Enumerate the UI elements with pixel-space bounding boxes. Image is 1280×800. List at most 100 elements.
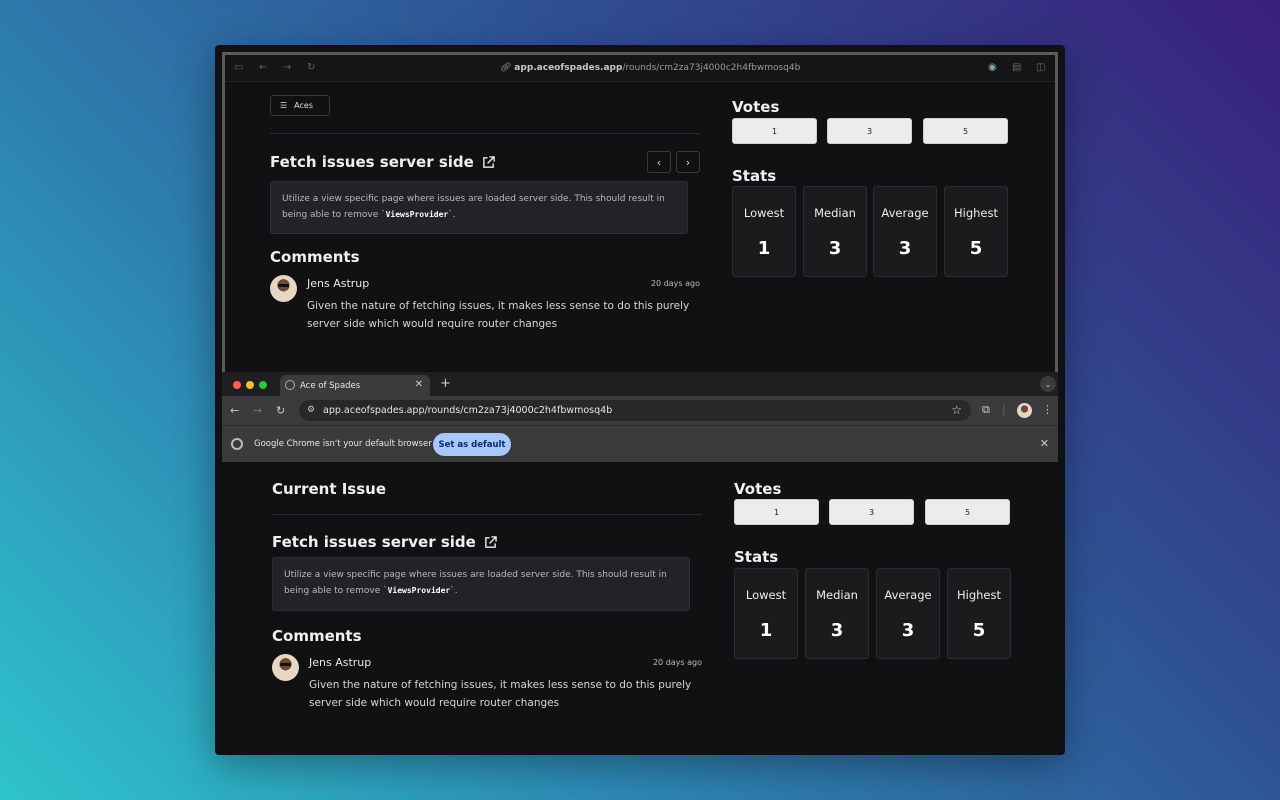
stats-heading: Stats	[734, 548, 779, 566]
description-code: ViewsProvider	[385, 210, 449, 219]
desktop-frame: ▭ ← → ↻ 🔗︎ app.aceofspades.app/rounds/cm…	[215, 45, 1065, 755]
stat-card-median: Median 3	[803, 186, 867, 277]
globe-icon	[285, 380, 295, 390]
bottom-browser-window: Ace of Spades ✕ + ⌄ ← → ↻ ⚙︎ app.aceofsp…	[222, 372, 1058, 755]
stat-card-lowest: Lowest 1	[734, 568, 798, 659]
comment-text: Given the nature of fetching issues, it …	[309, 679, 692, 709]
maximize-window-button[interactable]	[259, 381, 267, 389]
extensions-icon[interactable]: ⧉	[982, 403, 990, 417]
chevron-right-icon: ›	[685, 155, 691, 169]
stat-card-lowest: Lowest 1	[732, 186, 796, 277]
comment-author: Jens Astrup	[309, 656, 372, 669]
stat-value: 3	[901, 620, 915, 641]
vote-card[interactable]: 3	[829, 499, 914, 525]
toolbar-separator: |	[1002, 403, 1006, 416]
previous-issue-button[interactable]: ‹	[647, 151, 671, 173]
votes-heading: Votes	[732, 98, 780, 116]
stats-heading: Stats	[732, 167, 777, 185]
stat-label: Highest	[956, 588, 1001, 602]
more-menu-icon[interactable]: ⋮	[1042, 403, 1053, 416]
stat-label: Average	[881, 206, 929, 220]
comment-author: Jens Astrup	[307, 277, 370, 290]
issue-description: Utilize a view specific page where issue…	[270, 181, 688, 234]
site-settings-icon[interactable]: ⚙︎	[307, 405, 315, 415]
stat-value: 5	[972, 620, 986, 641]
issue-title-text: Fetch issues server side	[272, 533, 476, 551]
top-app-content: ☰ Aces Fetch issues server side ‹ › Util…	[225, 55, 1055, 377]
minimize-window-button[interactable]	[246, 381, 254, 389]
comment-time: 20 days ago	[650, 279, 700, 288]
new-tab-icon[interactable]: +	[440, 376, 451, 391]
issue-title[interactable]: Fetch issues server side	[270, 153, 495, 171]
bottom-app-content: Current Issue Fetch issues server side U…	[222, 462, 1058, 755]
default-browser-infobar: Google Chrome isn't your default browser…	[222, 425, 1058, 462]
address-bar[interactable]: ⚙︎ app.aceofspades.app/rounds/cm2za73j40…	[299, 400, 971, 421]
chevron-left-icon: ‹	[656, 155, 662, 169]
stat-card-average: Average 3	[873, 186, 937, 277]
stat-value: 3	[898, 238, 912, 259]
stat-label: Lowest	[743, 206, 785, 220]
description-text: Utilize a view specific page where issue…	[284, 570, 667, 596]
top-browser-window: ▭ ← → ↻ 🔗︎ app.aceofspades.app/rounds/cm…	[222, 52, 1058, 377]
vote-card[interactable]: 1	[734, 499, 819, 525]
aces-button[interactable]: ☰ Aces	[270, 95, 330, 116]
browser-tab[interactable]: Ace of Spades ✕	[280, 375, 430, 396]
close-window-button[interactable]	[233, 381, 241, 389]
list-icon: ☰	[280, 101, 288, 110]
avatar	[270, 275, 297, 302]
stat-value: 1	[759, 620, 773, 641]
back-icon[interactable]: ←	[230, 404, 239, 417]
vote-card[interactable]: 1	[732, 118, 817, 144]
description-text-end: `.	[450, 586, 458, 596]
bookmark-star-icon[interactable]: ☆	[951, 403, 962, 417]
vote-card[interactable]: 5	[923, 118, 1008, 144]
vote-card[interactable]: 5	[925, 499, 1010, 525]
tab-search-icon[interactable]: ⌄	[1040, 376, 1056, 392]
aces-button-label: Aces	[294, 101, 313, 110]
close-infobar-icon[interactable]: ✕	[1040, 437, 1049, 450]
stat-card-highest: Highest 5	[944, 186, 1008, 277]
address-bar-url: app.aceofspades.app/rounds/cm2za73j4000c…	[323, 405, 613, 416]
tab-strip: Ace of Spades ✕ + ⌄	[222, 372, 1058, 396]
external-link-icon[interactable]	[482, 155, 495, 169]
set-as-default-button[interactable]: Set as default	[433, 433, 511, 456]
stat-label: Lowest	[745, 588, 787, 602]
stat-card-highest: Highest 5	[947, 568, 1011, 659]
comment-time: 20 days ago	[652, 658, 702, 667]
close-tab-icon[interactable]: ✕	[415, 379, 423, 390]
stat-value: 3	[830, 620, 844, 641]
comments-heading: Comments	[272, 627, 362, 645]
stat-value: 1	[757, 238, 771, 259]
stat-label: Average	[884, 588, 932, 602]
forward-icon[interactable]: →	[253, 404, 262, 417]
external-link-icon[interactable]	[484, 535, 497, 549]
description-text: Utilize a view specific page where issue…	[282, 194, 665, 220]
chrome-toolbar: ← → ↻ ⚙︎ app.aceofspades.app/rounds/cm2z…	[222, 396, 1058, 425]
stat-label: Median	[816, 588, 858, 602]
votes-heading: Votes	[734, 480, 782, 498]
chrome-logo-icon	[231, 438, 243, 450]
divider	[270, 133, 700, 134]
avatar	[272, 654, 299, 681]
description-code: ViewsProvider	[387, 586, 451, 595]
issue-title-text: Fetch issues server side	[270, 153, 474, 171]
reload-icon[interactable]: ↻	[276, 404, 285, 417]
tab-title: Ace of Spades	[300, 380, 361, 391]
stat-card-median: Median 3	[805, 568, 869, 659]
divider	[272, 514, 702, 515]
stat-label: Highest	[953, 206, 998, 220]
profile-avatar-icon[interactable]	[1017, 403, 1032, 418]
issue-description: Utilize a view specific page where issue…	[272, 557, 690, 611]
infobar-message: Google Chrome isn't your default browser	[254, 439, 432, 449]
next-issue-button[interactable]: ›	[676, 151, 700, 173]
stat-value: 5	[969, 238, 983, 259]
description-text-end: `.	[448, 210, 456, 220]
issue-title[interactable]: Fetch issues server side	[272, 533, 497, 551]
stat-value: 3	[828, 238, 842, 259]
current-issue-heading: Current Issue	[272, 480, 387, 498]
stat-label: Median	[814, 206, 856, 220]
vote-card[interactable]: 3	[827, 118, 912, 144]
comment-text: Given the nature of fetching issues, it …	[307, 300, 690, 330]
comments-heading: Comments	[270, 248, 360, 266]
stat-card-average: Average 3	[876, 568, 940, 659]
